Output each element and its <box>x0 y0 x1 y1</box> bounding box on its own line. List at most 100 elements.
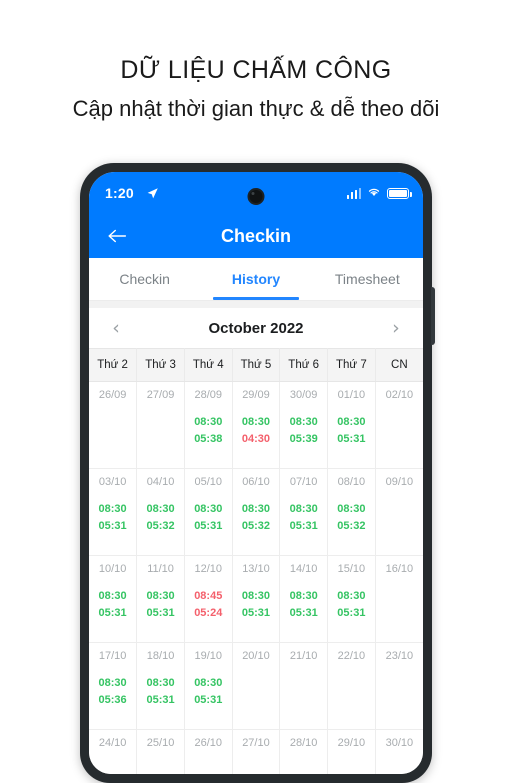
checkout-time: 05:38 <box>194 433 223 446</box>
checkin-time: 08:30 <box>98 590 127 602</box>
phone-mockup-frame: 1:20 Checkin Checkin History Timesheet ‹… <box>80 163 435 783</box>
checkin-time: 08:30 <box>241 590 271 602</box>
promo-title: DỮ LIỆU CHẤM CÔNG <box>120 56 392 84</box>
checkin-time: 08:30 <box>289 590 318 602</box>
checkin-time: 08:30 <box>337 590 366 602</box>
calendar-day-cell[interactable]: 26/09 <box>89 381 138 469</box>
calendar-day-cell[interactable]: 19/10 08:30 05:31 <box>184 642 233 730</box>
calendar-day-cell[interactable]: 22/10 <box>327 642 376 730</box>
calendar-day-cell[interactable]: 03/10 08:30 05:31 <box>89 468 138 556</box>
calendar-day-cell[interactable]: 20/10 <box>232 642 281 730</box>
day-number: 12/10 <box>194 563 223 575</box>
day-number: 25/10 <box>146 737 175 749</box>
calendar-day-cell[interactable]: 02/10 <box>375 381 423 469</box>
checkout-time: 05:36 <box>98 694 127 707</box>
calendar-day-cell[interactable]: 17/10 08:30 05:36 <box>89 642 138 730</box>
wifi-icon <box>367 184 381 202</box>
day-number: 05/10 <box>194 476 223 488</box>
calendar-week-row: 10/10 08:30 05:31 11/10 08:30 05:31 12/10 08:45… <box>89 555 423 643</box>
month-navigation: ‹ October 2022 › <box>89 308 423 348</box>
calendar-day-cell[interactable]: 27/10 <box>232 729 281 774</box>
tab-timesheet[interactable]: Timesheet <box>312 258 423 300</box>
day-number: 11/10 <box>147 563 174 575</box>
day-number: 26/09 <box>98 389 127 401</box>
checkin-time: 08:30 <box>194 503 223 515</box>
weekday-header: Thứ 4 <box>184 348 233 382</box>
calendar-day-cell[interactable]: 29/10 <box>327 729 376 774</box>
checkin-time: 08:30 <box>194 416 223 428</box>
checkout-time: 05:32 <box>241 520 271 533</box>
calendar-week-row: 17/10 08:30 05:36 18/10 08:30 05:31 19/10 08:30… <box>89 642 423 730</box>
calendar-day-cell[interactable]: 04/10 08:30 05:32 <box>136 468 185 556</box>
day-number: 04/10 <box>146 476 175 488</box>
calendar-day-cell[interactable]: 10/10 08:30 05:31 <box>89 555 138 643</box>
status-bar: 1:20 <box>89 172 423 214</box>
calendar-day-cell[interactable]: 01/10 08:30 05:31 <box>327 381 376 469</box>
calendar-day-cell[interactable]: 16/10 <box>375 555 423 643</box>
day-number: 07/10 <box>289 476 318 488</box>
calendar-week-row: 26/09 27/09 28/09 08:30 05:38 29/09 08:30 04:30… <box>89 381 423 469</box>
calendar-day-cell[interactable]: 11/10 08:30 05:31 <box>136 555 185 643</box>
day-number: 18/10 <box>146 650 175 662</box>
weekday-header: Thứ 5 <box>232 348 281 382</box>
checkout-time: 05:31 <box>337 433 366 446</box>
calendar-day-cell[interactable]: 24/10 <box>89 729 138 774</box>
checkout-time: 05:39 <box>289 433 318 446</box>
calendar-day-cell[interactable]: 28/10 <box>279 729 329 774</box>
day-number: 29/09 <box>242 389 270 401</box>
app-bar: Checkin <box>89 214 423 258</box>
calendar-day-cell[interactable]: 07/10 08:30 05:31 <box>279 468 329 556</box>
calendar-day-cell[interactable]: 08/10 08:30 05:32 <box>327 468 376 556</box>
calendar-day-cell[interactable]: 29/09 08:30 04:30 <box>232 381 281 469</box>
phone-power-button[interactable] <box>431 287 435 345</box>
checkin-time: 08:30 <box>194 677 223 689</box>
calendar-day-cell[interactable]: 21/10 <box>279 642 329 730</box>
status-bar-time: 1:20 <box>105 185 134 201</box>
calendar-day-cell[interactable]: 05/10 08:30 05:31 <box>184 468 233 556</box>
day-number: 21/10 <box>289 650 318 662</box>
checkin-time: 08:30 <box>337 416 366 428</box>
day-number: 30/09 <box>289 389 318 401</box>
calendar-day-cell[interactable]: 13/10 08:30 05:31 <box>232 555 281 643</box>
calendar-day-cell[interactable]: 28/09 08:30 05:38 <box>184 381 233 469</box>
calendar-day-cell[interactable]: 14/10 08:30 05:31 <box>279 555 329 643</box>
tab-bar: Checkin History Timesheet <box>89 258 423 300</box>
promo-header: DỮ LIỆU CHẤM CÔNG Cập nhật thời gian thự… <box>0 0 512 122</box>
day-number: 23/10 <box>385 650 414 662</box>
calendar-day-cell[interactable]: 15/10 08:30 05:31 <box>327 555 376 643</box>
calendar-day-cell[interactable]: 30/10 <box>375 729 423 774</box>
chevron-left-icon[interactable]: ‹ <box>105 317 127 339</box>
calendar-day-cell[interactable]: 18/10 08:30 05:31 <box>136 642 185 730</box>
checkin-time: 08:30 <box>146 590 175 602</box>
calendar-week-row: 24/10 25/10 26/10 27/10 28/10 29/10 30/10 <box>89 729 423 774</box>
checkin-time: 08:30 <box>146 677 175 689</box>
day-number: 03/10 <box>98 476 127 488</box>
tab-checkin[interactable]: Checkin <box>89 258 200 300</box>
calendar-day-cell[interactable]: 12/10 08:45 05:24 <box>184 555 233 643</box>
back-arrow-icon[interactable] <box>105 223 131 249</box>
day-number: 30/10 <box>385 737 414 749</box>
calendar-day-cell[interactable]: 25/10 <box>136 729 185 774</box>
checkout-time: 05:31 <box>289 607 318 620</box>
chevron-right-icon[interactable]: › <box>385 317 407 339</box>
day-number: 06/10 <box>242 476 270 488</box>
calendar-day-cell[interactable]: 09/10 <box>375 468 423 556</box>
calendar-day-cell[interactable]: 27/09 <box>136 381 185 469</box>
checkout-time: 05:32 <box>146 520 175 533</box>
checkout-time: 05:31 <box>146 607 175 620</box>
status-bar-indicators <box>346 184 412 202</box>
calendar-day-cell[interactable]: 26/10 <box>184 729 233 774</box>
day-number: 28/10 <box>289 737 318 749</box>
checkout-time: 05:31 <box>98 520 127 533</box>
tab-history[interactable]: History <box>200 258 311 300</box>
checkout-time: 05:32 <box>337 520 366 533</box>
checkout-time: 05:31 <box>146 694 175 707</box>
calendar-day-cell[interactable]: 30/09 08:30 05:39 <box>279 381 329 469</box>
checkout-time: 05:31 <box>241 607 271 620</box>
day-number: 16/10 <box>385 563 414 575</box>
checkin-time: 08:30 <box>289 503 318 515</box>
day-number: 17/10 <box>98 650 127 662</box>
calendar-day-cell[interactable]: 06/10 08:30 05:32 <box>232 468 281 556</box>
checkin-time: 08:30 <box>146 503 175 515</box>
calendar-day-cell[interactable]: 23/10 <box>375 642 423 730</box>
